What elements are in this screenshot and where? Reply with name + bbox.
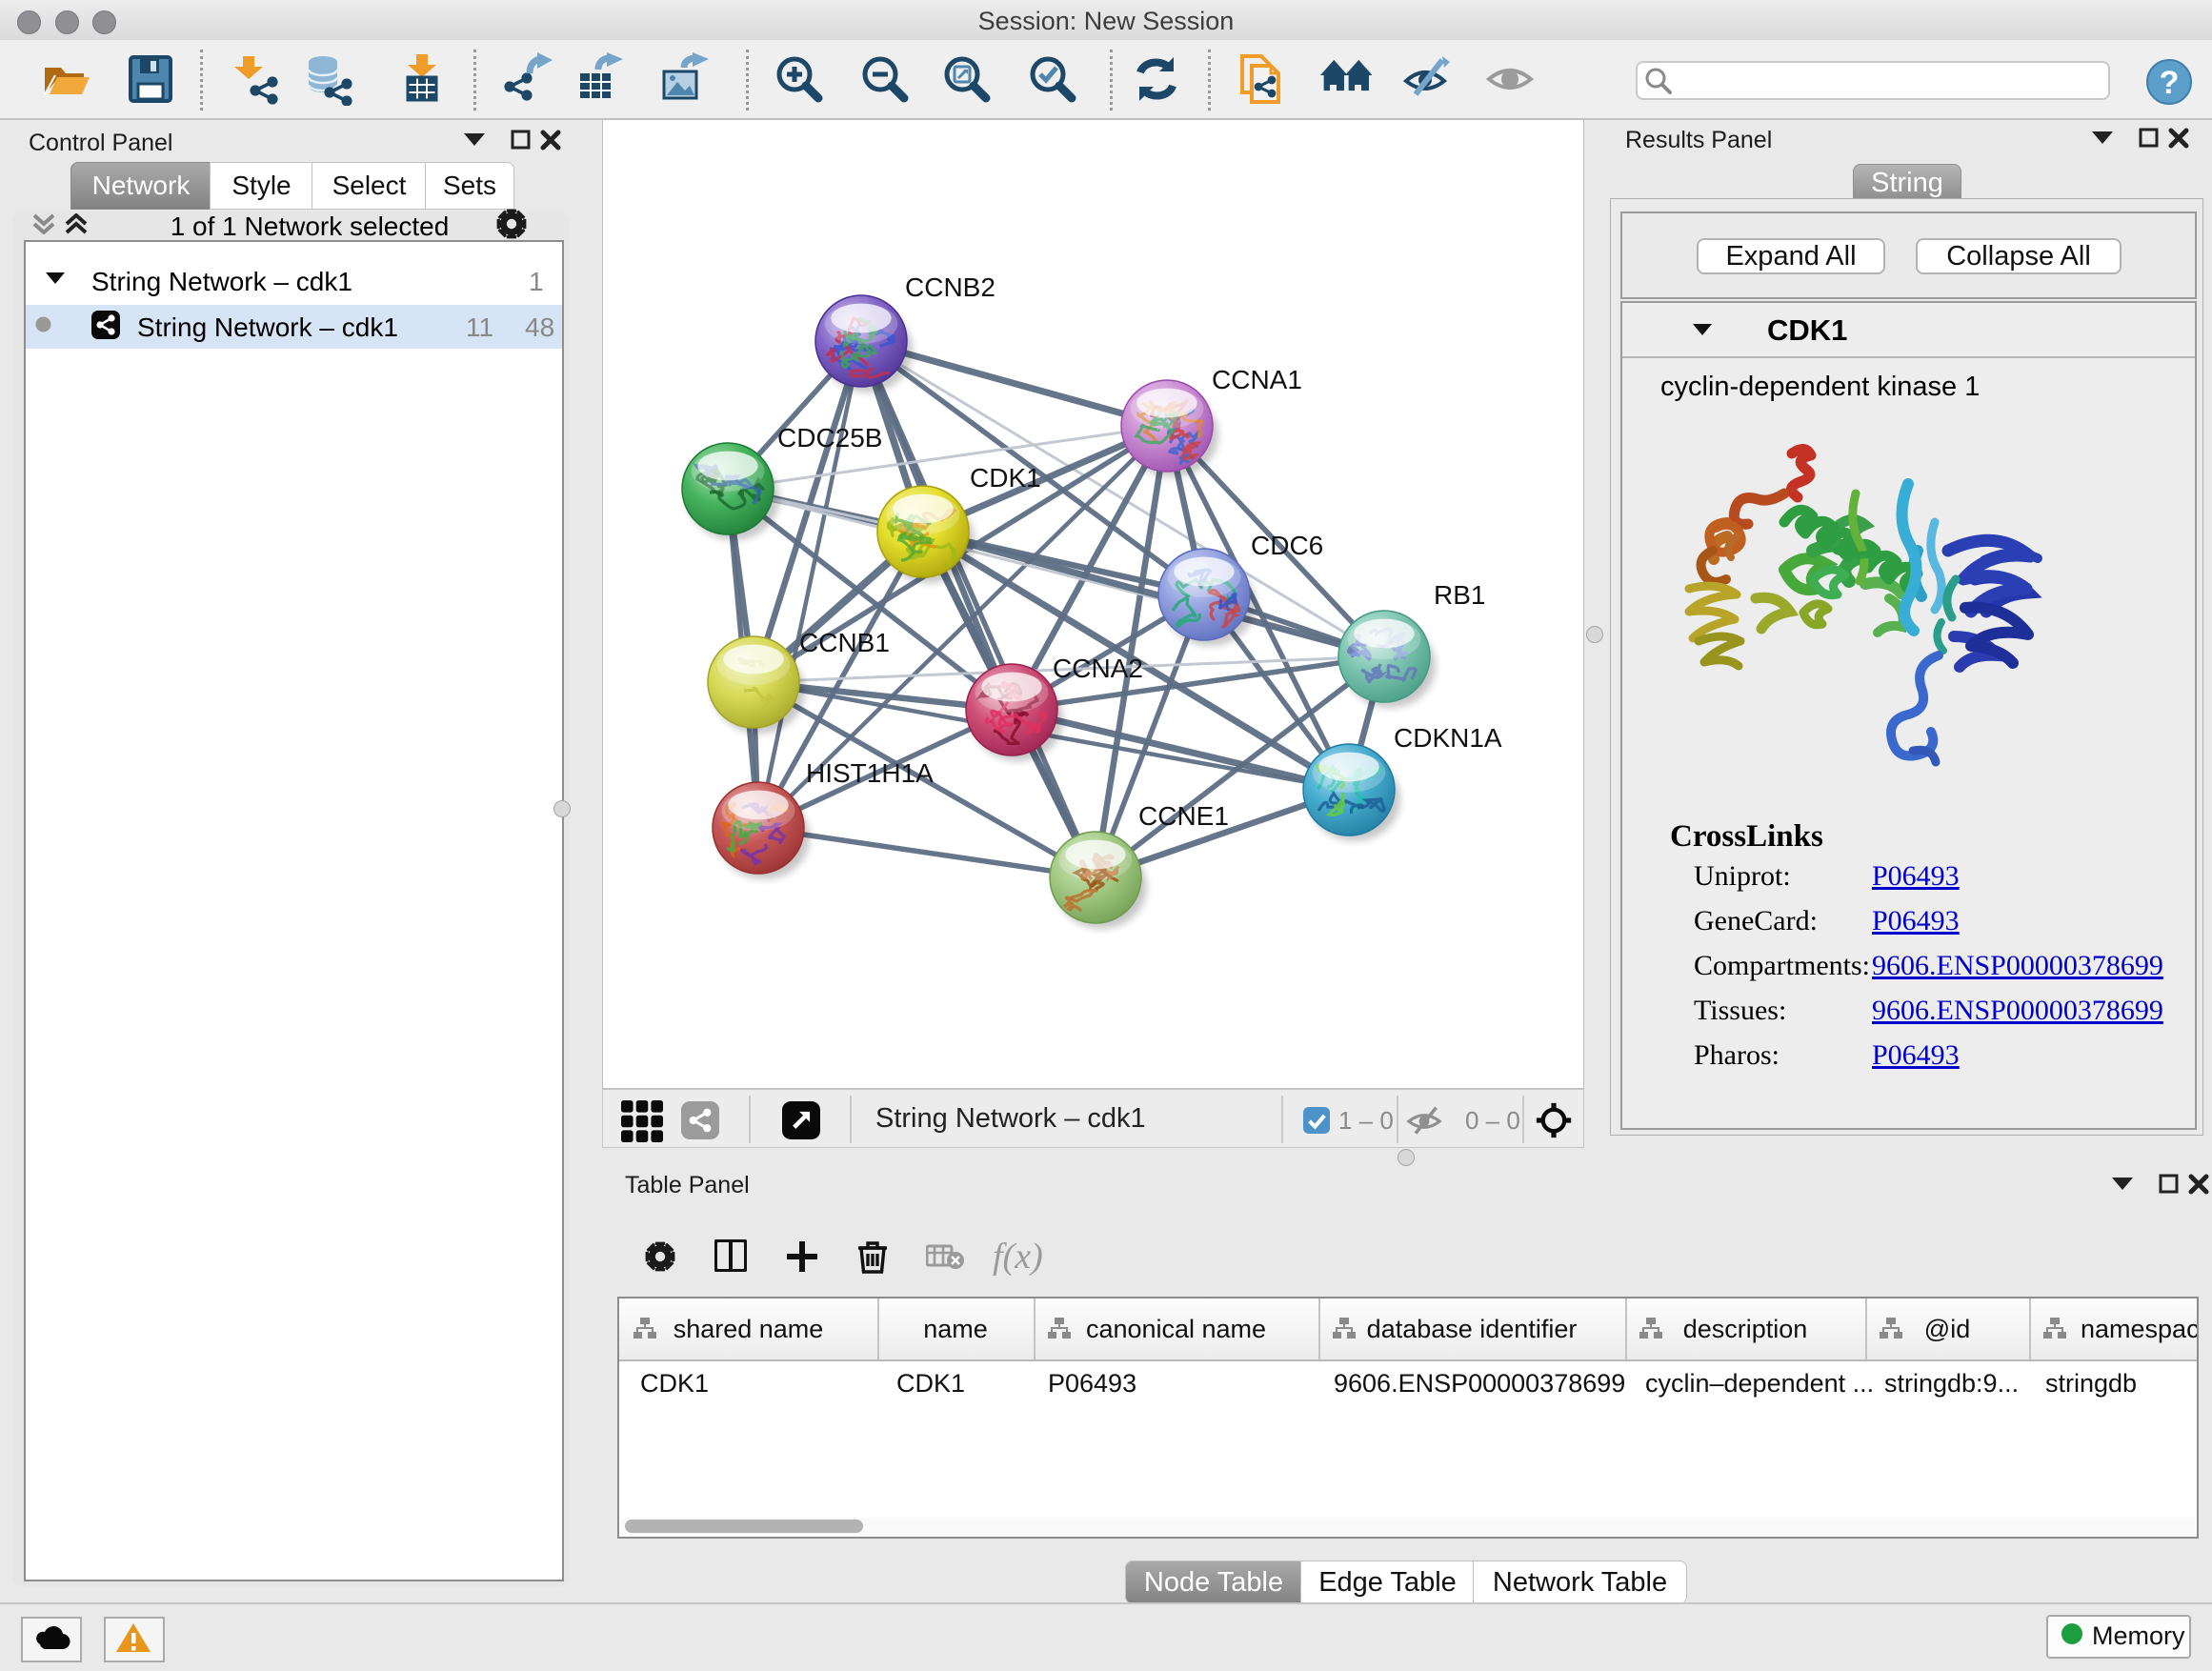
svg-text:CCNA1: CCNA1 — [1212, 365, 1302, 394]
svg-text:?: ? — [2160, 65, 2180, 101]
svg-text:CCNB2: CCNB2 — [905, 272, 995, 302]
svg-text:CDKN1A: CDKN1A — [1394, 723, 1502, 753]
svg-text:CCNA2: CCNA2 — [1053, 654, 1143, 683]
svg-text:CCNE1: CCNE1 — [1138, 801, 1229, 831]
svg-text:CDC6: CDC6 — [1251, 531, 1323, 560]
svg-text:CDK1: CDK1 — [970, 463, 1041, 493]
svg-text:RB1: RB1 — [1434, 580, 1485, 610]
svg-text:HIST1H1A: HIST1H1A — [806, 758, 934, 788]
svg-text:CCNB1: CCNB1 — [799, 628, 890, 657]
svg-text:CDC25B: CDC25B — [777, 423, 882, 453]
